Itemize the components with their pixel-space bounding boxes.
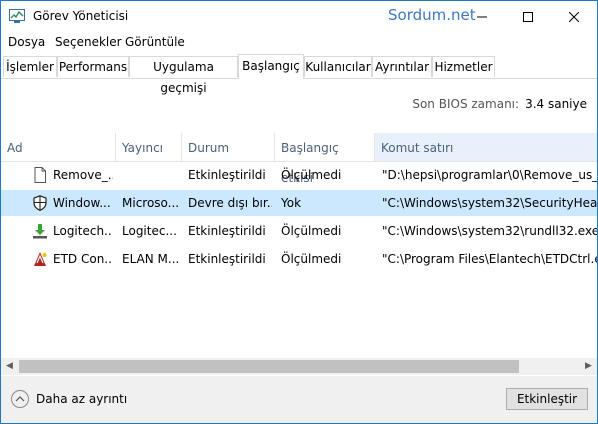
close-button[interactable] (551, 1, 597, 32)
row-status: Etkinleştirildi (188, 168, 266, 182)
tab-hizmetler[interactable]: Hizmetler (432, 56, 495, 77)
table-row[interactable]: ETD Con... ELAN M... Etkinleştirildi Ölç… (1, 246, 597, 272)
tab-kullanicilar[interactable]: Kullanıcılar (304, 56, 372, 77)
row-name: Window... (53, 196, 111, 210)
tab-ayrintilar[interactable]: Ayrıntılar (372, 56, 432, 77)
close-icon (569, 11, 579, 22)
shield-icon (33, 195, 47, 211)
row-command: "C:\Windows\system32\SecurityHealthSy (382, 196, 597, 210)
horizontal-scrollbar[interactable]: ◀ ▶ (1, 358, 597, 375)
document-icon (34, 167, 46, 183)
task-manager-window: Görev Yöneticisi Sordum.net Dosya Seçene… (0, 0, 598, 424)
row-status: Etkinleştirildi (188, 252, 266, 266)
row-impact: Ölçülmedi (281, 252, 342, 266)
row-publisher (122, 162, 180, 188)
bios-time: Son BIOS zamanı: 3.4 saniye (412, 97, 587, 111)
column-header-baslangic-etkisi[interactable]: Başlangıç etkisi (274, 133, 374, 185)
tab-uygulama-gecmisi[interactable]: Uygulama geçmişi (129, 56, 238, 95)
chevron-up-icon[interactable] (11, 390, 29, 408)
minimize-button[interactable] (459, 1, 505, 32)
menu-goruntule[interactable]: Görüntüle (125, 35, 185, 49)
row-command: "D:\hepsi\programlar\0\Remove_us_Keyb (382, 168, 597, 182)
row-command: "C:\Program Files\Elantech\ETDCtrl.exe" (382, 252, 597, 266)
table-header: Ad Yayıncı Durum Başlangıç etkisi Komut … (1, 133, 597, 185)
row-status: Etkinleştirildi (188, 224, 266, 238)
column-header-durum[interactable]: Durum (181, 133, 274, 161)
title-bar[interactable]: Görev Yöneticisi Sordum.net (1, 1, 597, 32)
row-publisher: ELAN M... (122, 252, 180, 266)
table-row-selected[interactable]: Window... Microso... Devre dışı bır... Y… (1, 190, 597, 216)
row-impact: Ölçülmedi (281, 224, 342, 238)
row-command: "C:\Windows\system32\rundll32.exe" C:\ (382, 224, 597, 238)
row-name: ETD Con... (53, 252, 113, 266)
menu-dosya[interactable]: Dosya (8, 35, 45, 49)
menu-secenekler[interactable]: Seçenekler (55, 35, 122, 49)
window-title: Görev Yöneticisi (33, 9, 129, 23)
task-manager-app-icon (9, 9, 25, 23)
tab-islemler[interactable]: İşlemler (3, 56, 57, 77)
scrollbar-thumb[interactable] (19, 360, 519, 373)
bios-time-value: 3.4 saniye (525, 97, 587, 111)
column-header-yayinci[interactable]: Yayıncı (115, 133, 181, 161)
maximize-icon (523, 11, 533, 22)
scroll-left-icon[interactable]: ◀ (1, 358, 18, 375)
tab-performans[interactable]: Performans (57, 56, 129, 77)
maximize-button[interactable] (505, 1, 551, 32)
column-header-ad[interactable]: Ad (1, 133, 115, 161)
footer-bar: Daha az ayrıntı Etkinleştir (1, 376, 597, 423)
menu-bar: Dosya Seçenekler Görüntüle (1, 32, 597, 52)
enable-button[interactable]: Etkinleştir (506, 388, 588, 410)
row-status: Devre dışı bır... (188, 196, 272, 210)
row-name: Logitech... (53, 224, 113, 238)
bios-time-label: Son BIOS zamanı: (412, 97, 520, 111)
tab-strip: İşlemler Performans Uygulama geçmişi Baş… (1, 54, 597, 95)
row-publisher: Logitec... (122, 224, 177, 238)
table-row[interactable]: Logitech... Logitec... Etkinleştirildi Ö… (1, 218, 597, 244)
row-impact: Ölçülmedi (281, 168, 342, 182)
minimize-icon (477, 16, 487, 17)
touchpad-icon (34, 252, 47, 266)
tab-baslangic[interactable]: Başlangıç (238, 54, 304, 79)
row-name: Remove_... (53, 168, 113, 182)
row-publisher: Microso... (122, 196, 180, 210)
download-icon (33, 224, 47, 239)
column-header-komut-satiri[interactable]: Komut satırı (374, 133, 597, 161)
fewer-details-link[interactable]: Daha az ayrıntı (36, 392, 127, 406)
table-row[interactable]: Remove_... Etkinleştirildi Ölçülmedi "D:… (1, 162, 597, 188)
row-impact: Yok (281, 196, 302, 210)
scroll-right-icon[interactable]: ▶ (580, 358, 597, 375)
